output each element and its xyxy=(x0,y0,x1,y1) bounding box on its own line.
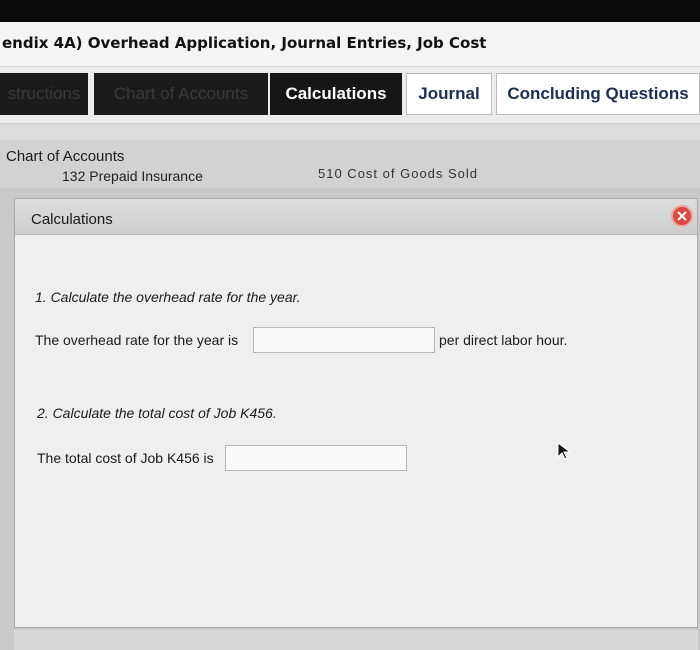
question-2: 2. Calculate the total cost of Job K456. xyxy=(37,405,277,421)
overhead-rate-label: The overhead rate for the year is xyxy=(35,332,239,348)
account-prepaid-insurance: 132 Prepaid Insurance xyxy=(62,168,203,184)
page-title: endix 4A) Overhead Application, Journal … xyxy=(2,34,487,52)
tab-chart-of-accounts[interactable]: Chart of Accounts xyxy=(94,73,268,115)
title-bar: endix 4A) Overhead Application, Journal … xyxy=(0,22,700,66)
tab-journal[interactable]: Journal xyxy=(406,73,492,115)
chart-of-accounts-panel: Chart of Accounts 132 Prepaid Insurance … xyxy=(0,140,700,188)
job-cost-label: The total cost of Job K456 is xyxy=(37,450,214,466)
overhead-rate-input[interactable] xyxy=(253,327,435,353)
account-cost-of-goods-sold: 510 Cost of Goods Sold xyxy=(318,166,479,181)
calculations-dialog-header: Calculations xyxy=(15,199,697,235)
tab-chart-of-accounts-label: Chart of Accounts xyxy=(113,84,249,103)
dialog-footer-strip xyxy=(14,630,698,650)
tab-instructions[interactable]: structions xyxy=(0,73,88,115)
overhead-rate-unit: per direct labor hour. xyxy=(439,332,568,348)
question-1: 1. Calculate the overhead rate for the y… xyxy=(35,289,301,305)
tab-journal-label: Journal xyxy=(418,84,480,103)
close-button[interactable] xyxy=(671,205,693,227)
tab-strip: structions Chart of Accounts Calculation… xyxy=(0,66,700,124)
tab-calculations[interactable]: Calculations xyxy=(270,73,402,115)
tab-instructions-label: structions xyxy=(7,84,81,103)
tab-concluding-questions-label: Concluding Questions xyxy=(507,84,689,103)
calculations-dialog-title: Calculations xyxy=(31,211,113,228)
tab-concluding-questions[interactable]: Concluding Questions xyxy=(496,73,700,115)
calculations-dialog: Calculations 1. Calculate the overhead r… xyxy=(14,198,698,628)
job-cost-input[interactable] xyxy=(225,445,407,471)
tab-calculations-label: Calculations xyxy=(285,84,387,103)
pointer-cursor-icon xyxy=(557,442,572,460)
top-black-bar xyxy=(0,0,700,22)
close-icon xyxy=(677,211,687,221)
chart-of-accounts-heading: Chart of Accounts xyxy=(6,148,125,165)
